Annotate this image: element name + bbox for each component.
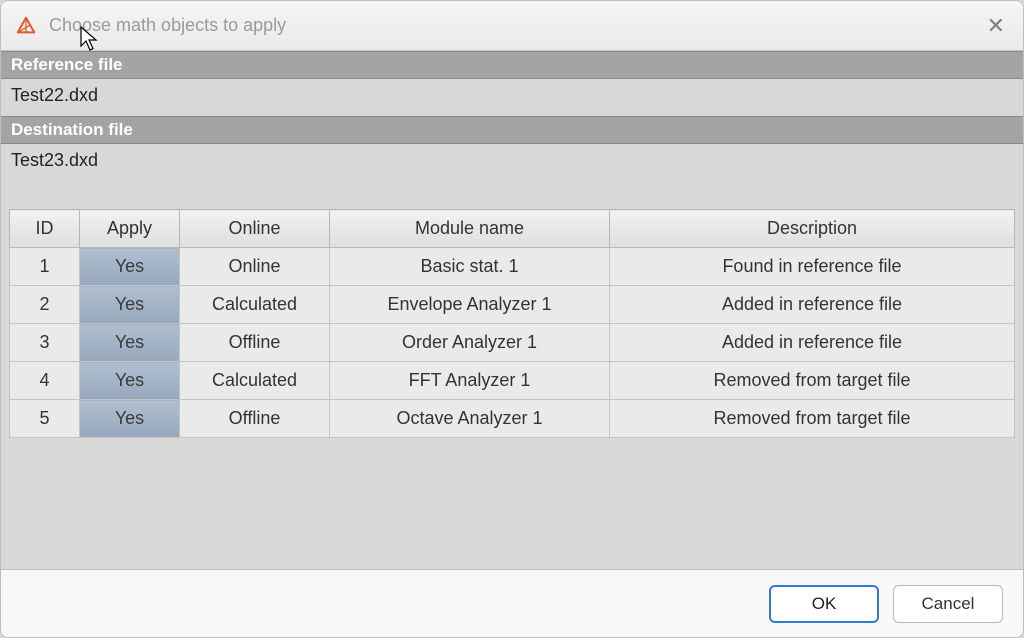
col-header-description[interactable]: Description bbox=[610, 210, 1015, 248]
destination-file-value: Test23.dxd bbox=[1, 144, 1023, 181]
app-logo-icon bbox=[15, 15, 37, 37]
cell-module: Envelope Analyzer 1 bbox=[330, 286, 610, 324]
cell-module: Basic stat. 1 bbox=[330, 248, 610, 286]
dialog-window: Choose math objects to apply ✕ Reference… bbox=[0, 0, 1024, 638]
modules-table: ID Apply Online Module name Description … bbox=[9, 209, 1015, 438]
ok-button[interactable]: OK bbox=[769, 585, 879, 623]
cell-online: Online bbox=[180, 248, 330, 286]
reference-file-header: Reference file bbox=[1, 51, 1023, 79]
table-row[interactable]: 3YesOfflineOrder Analyzer 1Added in refe… bbox=[10, 324, 1015, 362]
cell-module: Order Analyzer 1 bbox=[330, 324, 610, 362]
close-icon[interactable]: ✕ bbox=[987, 15, 1005, 37]
cell-apply: Yes bbox=[80, 324, 180, 362]
col-header-online[interactable]: Online bbox=[180, 210, 330, 248]
cell-id: 2 bbox=[10, 286, 80, 324]
cell-module: FFT Analyzer 1 bbox=[330, 362, 610, 400]
cell-description: Added in reference file bbox=[610, 286, 1015, 324]
table-row[interactable]: 4YesCalculatedFFT Analyzer 1Removed from… bbox=[10, 362, 1015, 400]
cell-apply: Yes bbox=[80, 248, 180, 286]
cell-id: 5 bbox=[10, 400, 80, 438]
cell-description: Removed from target file bbox=[610, 362, 1015, 400]
cell-description: Removed from target file bbox=[610, 400, 1015, 438]
table-area: ID Apply Online Module name Description … bbox=[1, 181, 1023, 569]
cell-online: Calculated bbox=[180, 362, 330, 400]
cell-description: Found in reference file bbox=[610, 248, 1015, 286]
table-header-row: ID Apply Online Module name Description bbox=[10, 210, 1015, 248]
cell-online: Calculated bbox=[180, 286, 330, 324]
cell-apply: Yes bbox=[80, 400, 180, 438]
cell-id: 4 bbox=[10, 362, 80, 400]
cancel-button[interactable]: Cancel bbox=[893, 585, 1003, 623]
cell-online: Offline bbox=[180, 324, 330, 362]
cell-apply: Yes bbox=[80, 362, 180, 400]
dialog-title: Choose math objects to apply bbox=[49, 15, 286, 36]
destination-file-header: Destination file bbox=[1, 116, 1023, 144]
cell-online: Offline bbox=[180, 400, 330, 438]
table-row[interactable]: 1YesOnlineBasic stat. 1Found in referenc… bbox=[10, 248, 1015, 286]
cell-module: Octave Analyzer 1 bbox=[330, 400, 610, 438]
col-header-apply[interactable]: Apply bbox=[80, 210, 180, 248]
cell-id: 3 bbox=[10, 324, 80, 362]
table-row[interactable]: 5YesOfflineOctave Analyzer 1Removed from… bbox=[10, 400, 1015, 438]
dialog-footer: OK Cancel bbox=[1, 569, 1023, 637]
cell-apply: Yes bbox=[80, 286, 180, 324]
cell-id: 1 bbox=[10, 248, 80, 286]
col-header-module[interactable]: Module name bbox=[330, 210, 610, 248]
table-row[interactable]: 2YesCalculatedEnvelope Analyzer 1Added i… bbox=[10, 286, 1015, 324]
cell-description: Added in reference file bbox=[610, 324, 1015, 362]
col-header-id[interactable]: ID bbox=[10, 210, 80, 248]
reference-file-value: Test22.dxd bbox=[1, 79, 1023, 116]
titlebar: Choose math objects to apply ✕ bbox=[1, 1, 1023, 51]
